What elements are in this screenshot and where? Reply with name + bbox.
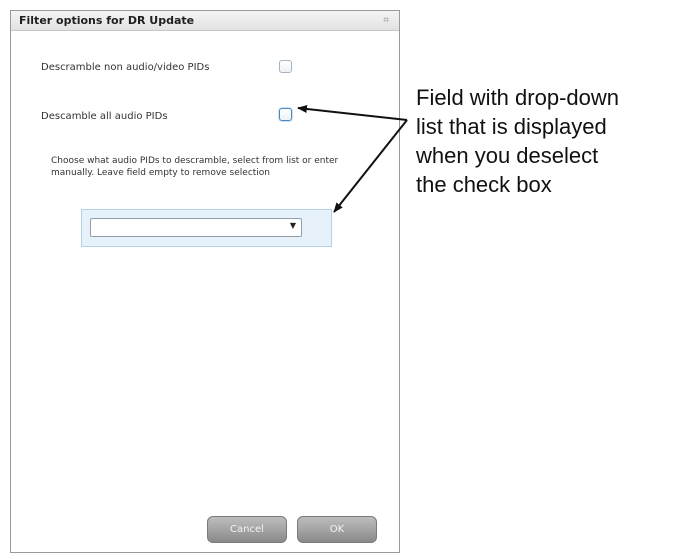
- callout-line: list that is displayed: [416, 114, 607, 139]
- callout-line: when you deselect: [416, 143, 599, 168]
- callout-text: Field with drop-down list that is displa…: [416, 83, 619, 199]
- callout-line: the check box: [416, 172, 552, 197]
- callout-line: Field with drop-down: [416, 85, 619, 110]
- figure: Filter options for DR Update ⌗ Descrambl…: [0, 0, 694, 559]
- arrow-to-combobox: [333, 119, 408, 213]
- arrow-to-checkbox: [297, 105, 408, 121]
